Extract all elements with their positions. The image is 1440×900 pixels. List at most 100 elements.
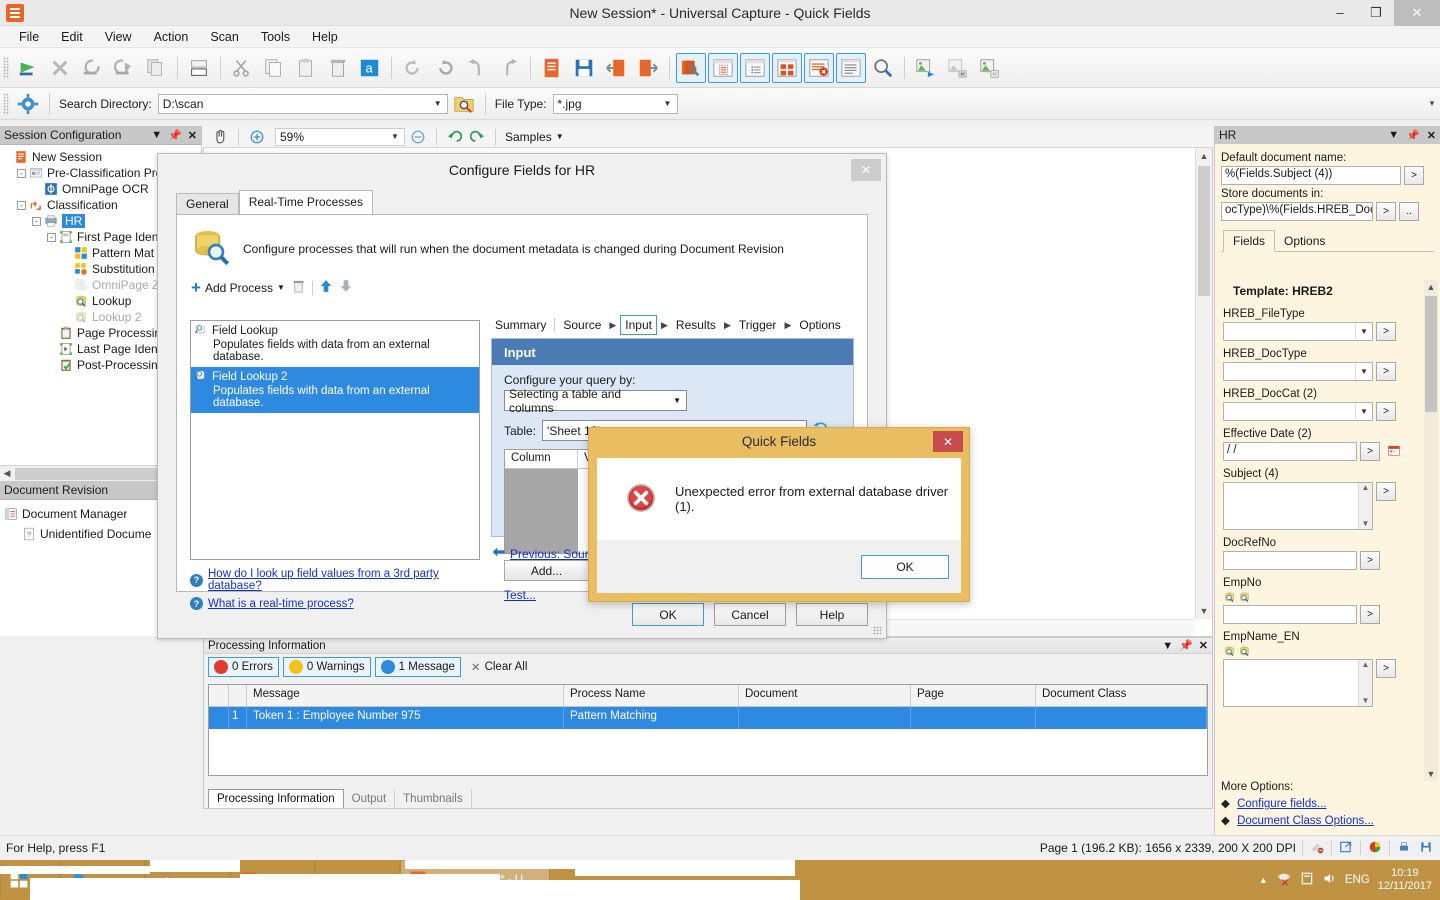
- store-documents-browse-button[interactable]: ..: [1399, 202, 1419, 221]
- stop-icon[interactable]: [45, 53, 75, 83]
- lookup-icon[interactable]: [1238, 591, 1251, 603]
- export-icon[interactable]: [633, 53, 663, 83]
- save-icon[interactable]: [569, 53, 599, 83]
- scroll-thumb[interactable]: [1198, 166, 1210, 296]
- help-link-lookup-3rd-party[interactable]: How do I look up field values from a 3rd…: [208, 568, 490, 592]
- messages-filter-button[interactable]: 1 Message: [374, 657, 461, 677]
- copy-icon[interactable]: [259, 53, 289, 83]
- errors-filter-button[interactable]: 0 Errors: [208, 657, 279, 677]
- undo-icon[interactable]: [443, 127, 465, 147]
- chevron-up-icon[interactable]: ▲: [1259, 875, 1268, 885]
- tree-expander-icon[interactable]: -: [17, 200, 26, 210]
- breadcrumb-results[interactable]: Results: [672, 316, 720, 334]
- rotate-left-icon[interactable]: [398, 53, 428, 83]
- chevron-down-icon[interactable]: ▼: [661, 99, 675, 108]
- chevron-down-icon[interactable]: ▼: [1162, 640, 1173, 652]
- chevron-down-icon[interactable]: ▼: [431, 99, 445, 108]
- delete-icon[interactable]: [323, 53, 353, 83]
- hr-field-expand-button[interactable]: >: [1360, 551, 1380, 570]
- previous-step-row[interactable]: Previous: Source: [491, 545, 601, 562]
- textarea-scrollbar[interactable]: ▲ ▼: [1358, 660, 1372, 706]
- configure-fields-link[interactable]: Configure fields...: [1237, 798, 1327, 810]
- network-error-icon[interactable]: [1276, 871, 1292, 890]
- hr-field-textarea[interactable]: ▲ ▼: [1223, 482, 1373, 530]
- tree-expander-icon[interactable]: -: [17, 168, 26, 178]
- breadcrumb-options[interactable]: Options: [795, 316, 844, 334]
- lookup-icon[interactable]: [1238, 645, 1251, 657]
- tab-options[interactable]: Options: [1275, 231, 1334, 251]
- clock[interactable]: 10:19 12/11/2017: [1378, 867, 1432, 893]
- hr-field-expand-button[interactable]: >: [1360, 605, 1380, 624]
- process-list[interactable]: Field Lookup Populates fields with data …: [190, 320, 480, 560]
- run-icon[interactable]: [13, 53, 43, 83]
- volume-icon[interactable]: [1322, 871, 1337, 889]
- table-row[interactable]: 1 Token 1 : Employee Number 975 Pattern …: [209, 707, 1207, 729]
- save-icon[interactable]: [1418, 840, 1434, 857]
- hr-field-input[interactable]: [1223, 605, 1357, 624]
- viewer-vertical-scrollbar[interactable]: ▲ ▼: [1195, 148, 1212, 619]
- hr-field-input[interactable]: / /: [1223, 442, 1357, 461]
- toolbar-grip[interactable]: [3, 92, 9, 115]
- split-icon[interactable]: [184, 53, 214, 83]
- help-link-row[interactable]: ? What is a real-time process?: [190, 597, 490, 610]
- list-item[interactable]: Field Lookup Populates fields with data …: [191, 321, 479, 367]
- lookup-icon[interactable]: [1223, 591, 1236, 603]
- breadcrumb-input[interactable]: Input: [620, 315, 657, 335]
- folder-search-icon[interactable]: [449, 89, 479, 119]
- column-document-class[interactable]: Document Class: [1036, 685, 1207, 706]
- hr-fields-scrollbar[interactable]: ▲ ▼: [1424, 280, 1438, 781]
- help-link-realtime-process[interactable]: What is a real-time process?: [208, 598, 354, 610]
- remove-image-icon[interactable]: [943, 53, 973, 83]
- menu-file[interactable]: File: [8, 27, 50, 47]
- menu-tools[interactable]: Tools: [250, 27, 301, 47]
- tab-processing-information[interactable]: Processing Information: [208, 789, 344, 808]
- paste-icon[interactable]: [291, 53, 321, 83]
- query-by-select[interactable]: Selecting a table and columns ▼: [504, 387, 687, 415]
- help-link-row[interactable]: ? How do I look up field values from a 3…: [190, 568, 490, 592]
- processing-grid[interactable]: Message Process Name Document Page Docum…: [208, 684, 1208, 776]
- replace-image-icon[interactable]: [975, 53, 1005, 83]
- deskew-right-icon[interactable]: [494, 53, 524, 83]
- text-a-icon[interactable]: a: [355, 53, 385, 83]
- scroll-up-icon[interactable]: ▲: [1424, 280, 1438, 294]
- chevron-down-icon[interactable]: ▼: [668, 396, 686, 405]
- zoom-in-icon[interactable]: [245, 127, 269, 147]
- scroll-down-icon[interactable]: ▼: [1424, 767, 1438, 781]
- trash-icon[interactable]: [291, 279, 306, 297]
- hr-field-expand-button[interactable]: >: [1376, 362, 1396, 381]
- store-documents-expand-button[interactable]: >: [1376, 202, 1396, 221]
- cancel-button[interactable]: Cancel: [714, 603, 786, 626]
- arrow-down-icon[interactable]: [339, 278, 353, 297]
- page-view-icon[interactable]: [708, 52, 738, 83]
- pin-icon[interactable]: 📌: [1406, 129, 1420, 142]
- hr-field-expand-button[interactable]: >: [1376, 402, 1396, 421]
- action-center-icon[interactable]: [1300, 871, 1314, 889]
- color-wheel-icon[interactable]: [1367, 840, 1383, 857]
- document-class-options-link[interactable]: Document Class Options...: [1237, 815, 1374, 827]
- zoom-level-input[interactable]: 59% ▼: [275, 127, 405, 146]
- print-icon[interactable]: [1396, 840, 1412, 857]
- hr-field-expand-button[interactable]: >: [1376, 322, 1396, 341]
- rotate-right-icon[interactable]: [430, 53, 460, 83]
- error-ok-button[interactable]: OK: [861, 554, 949, 579]
- pin-icon[interactable]: 📌: [168, 129, 182, 142]
- arrow-up-icon[interactable]: [319, 278, 333, 297]
- tab-output[interactable]: Output: [344, 790, 396, 808]
- import-icon[interactable]: [601, 53, 631, 83]
- document-icon[interactable]: [537, 53, 567, 83]
- deskew-left-icon[interactable]: [462, 53, 492, 83]
- hr-field-expand-button[interactable]: >: [1360, 442, 1380, 461]
- rescan-icon[interactable]: [77, 53, 107, 83]
- default-document-name-input[interactable]: %(Fields.Subject (4)): [1221, 166, 1401, 185]
- chevron-down-icon[interactable]: ▼: [151, 129, 162, 141]
- tab-fields[interactable]: Fields: [1223, 230, 1276, 252]
- chevron-down-icon[interactable]: ▼: [1355, 323, 1372, 340]
- chevron-down-icon[interactable]: ▼: [1355, 363, 1372, 380]
- close-icon[interactable]: ✕: [1427, 129, 1436, 142]
- copy-pages-icon[interactable]: [141, 53, 171, 83]
- lookup-icon[interactable]: [1223, 645, 1236, 657]
- insert-image-icon[interactable]: [911, 53, 941, 83]
- chevron-down-icon[interactable]: ▼: [388, 132, 402, 141]
- ok-button[interactable]: OK: [632, 603, 704, 626]
- list-view-icon[interactable]: [740, 52, 770, 83]
